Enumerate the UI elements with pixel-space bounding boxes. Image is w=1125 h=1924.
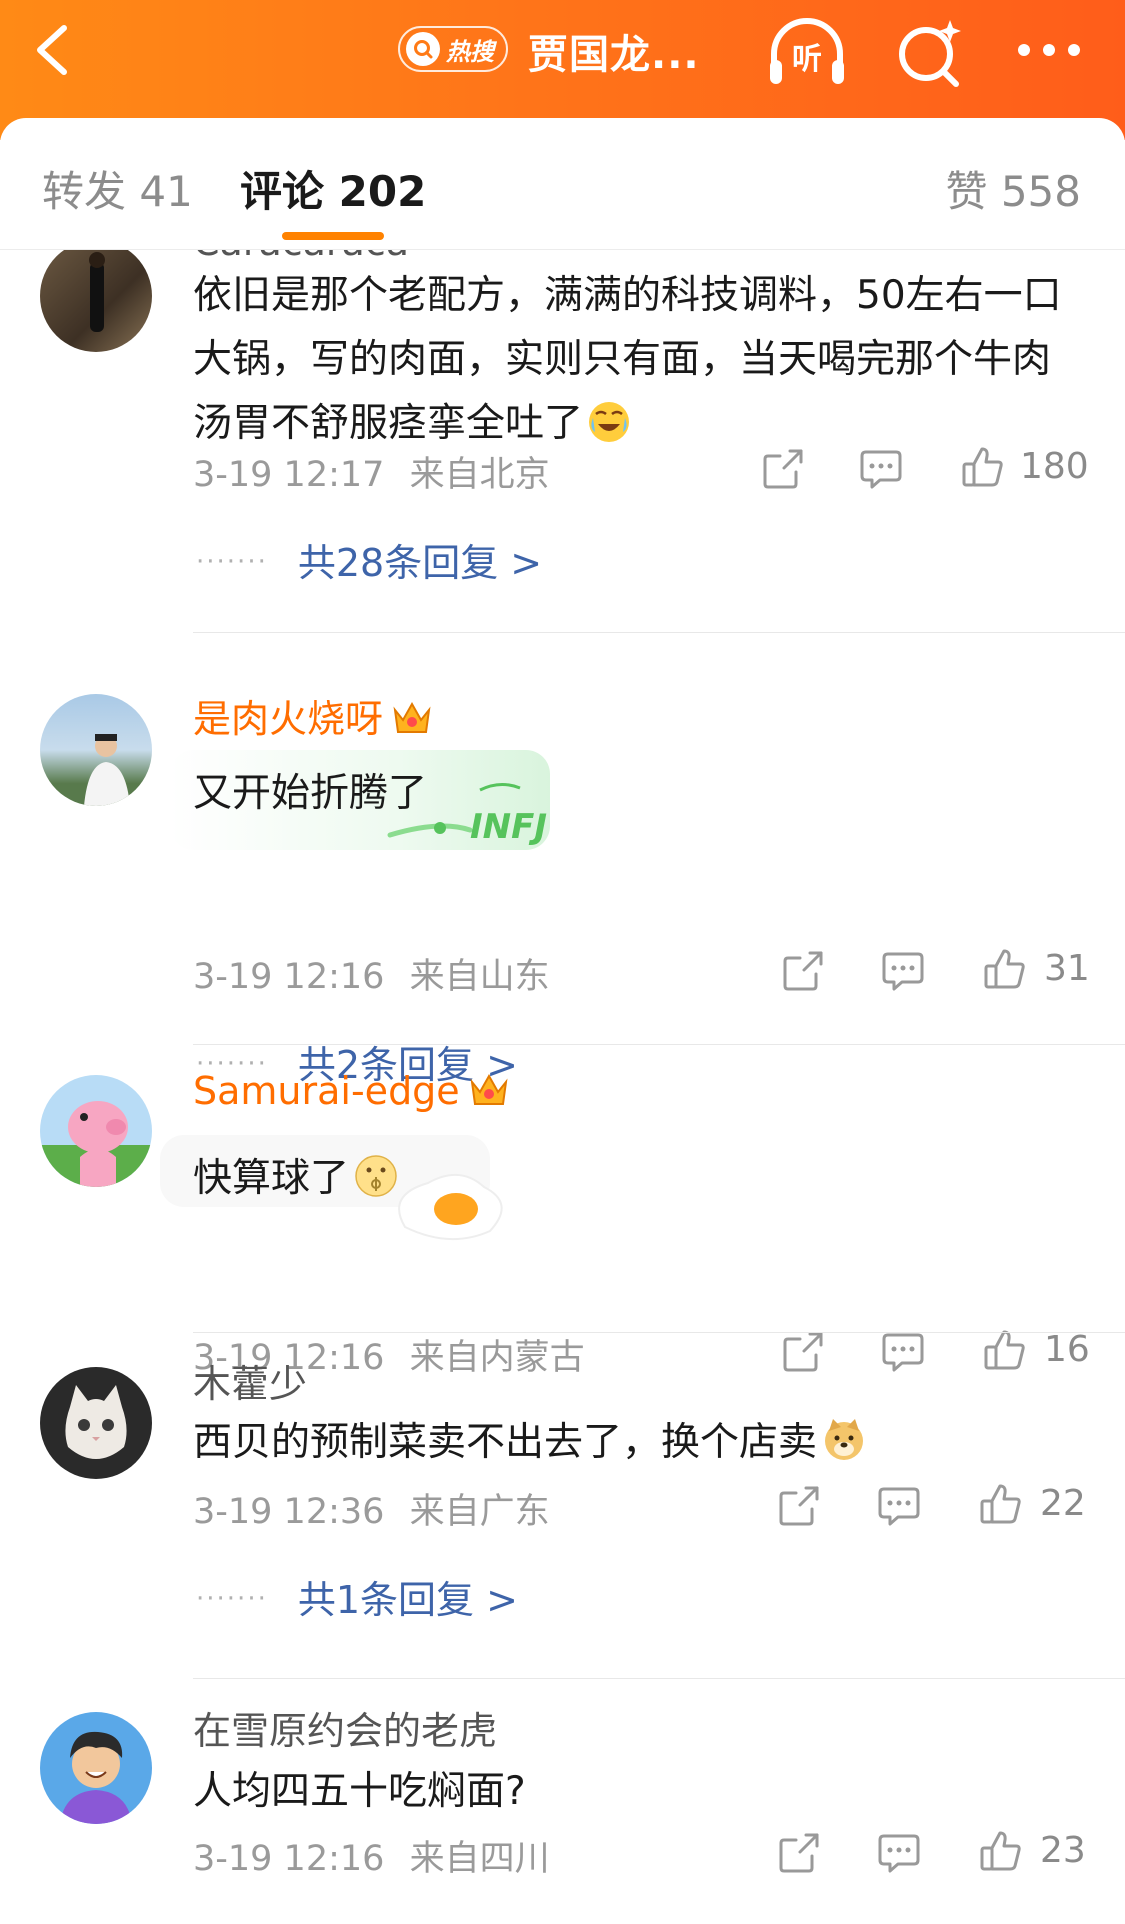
search-icon [406,32,440,66]
username[interactable]: Caracaraca [193,250,409,264]
comment-icon[interactable] [880,948,926,994]
reply-dots: ······· [196,547,268,577]
comment-icon[interactable] [876,1830,922,1876]
listen-button[interactable]: 听 [766,14,848,90]
share-icon[interactable] [776,1830,822,1876]
active-tab-indicator [282,232,384,240]
comment-icon[interactable] [876,1483,922,1529]
crown-icon [470,1073,508,1105]
avatar[interactable] [40,250,152,352]
comment-text-content: 西贝的预制菜卖不出去了，换个店卖 [193,1420,818,1465]
like-count: 22 [1040,1483,1086,1524]
zipper-face-emoji-icon [355,1155,397,1197]
comment-location: 来自四川 [409,1839,550,1879]
like-thumb-icon[interactable] [982,946,1028,992]
comment-location: 来自山东 [409,957,550,997]
username[interactable]: Samurai-edge [193,1069,510,1113]
page: 热搜 贾国龙... 听 转发 41 评论 202 赞 558 依旧是那个老配方，… [0,0,1125,1924]
like-thumb-icon[interactable] [960,444,1006,490]
username-text: 是肉火烧呀 [193,697,384,741]
reply-dots: ······· [196,1584,268,1614]
username[interactable]: 木藿少 [193,1353,307,1408]
comment-text: 西贝的预制菜卖不出去了，换个店卖 [193,1411,1083,1475]
like-count: 180 [1020,446,1089,487]
back-arrow-icon[interactable] [30,20,74,80]
comment-item: Samurai-edge 快算球了 3-19 12:16 来自内蒙古 16 [0,1045,1125,1378]
comment-meta: 3-19 12:16 来自四川 [193,1830,550,1881]
comment-location: 来自北京 [409,455,550,495]
comment-item: 是肉火烧呀 INFJ 又开始折腾了 3-19 12:16 来自山东 31 ···… [0,660,1125,1087]
share-icon[interactable] [780,948,826,994]
comment-time: 3-19 12:16 [193,1839,385,1879]
comment-text-content: 快算球了 [193,1156,350,1201]
avatar[interactable] [40,1075,152,1187]
comment-meta: 3-19 12:16 来自山东 [193,948,550,999]
comment-text: 人均四五十吃焖面? [193,1769,526,1814]
comment-location: 来自广东 [409,1492,550,1532]
search-sparkle-icon[interactable] [890,14,972,90]
like-thumb-icon[interactable] [978,1481,1024,1527]
share-icon[interactable] [776,1483,822,1529]
doge-emoji-icon [825,1419,864,1460]
like-count: 23 [1040,1830,1086,1871]
comment-item: 木藿少 西贝的预制菜卖不出去了，换个店卖 3-19 12:36 来自广东 22 … [0,1333,1125,1673]
comment-icon[interactable] [858,446,904,492]
like-count: 31 [1044,948,1090,989]
like-thumb-icon[interactable] [978,1828,1024,1874]
hot-search-badge[interactable]: 热搜 [398,26,508,72]
avatar[interactable] [40,1367,152,1479]
avatar[interactable] [40,1712,152,1824]
view-replies-link[interactable]: ······· 共1条回复 > [196,1569,518,1624]
topic-title[interactable]: 贾国龙... [528,22,700,80]
comment-time: 3-19 12:36 [193,1492,385,1532]
view-replies-link[interactable]: ······· 共28条回复 > [196,532,542,587]
comment-text: 依旧是那个老配方，满满的科技调料，50左右一口大锅，写的肉面，实则只有面，当天喝… [193,264,1083,456]
comment-item: 在雪原约会的老虎 人均四五十吃焖面? 3-19 12:16 来自四川 23 [0,1680,1125,1924]
comment-time: 3-19 12:17 [193,455,385,495]
comment-text: 快算球了 [193,1147,1083,1211]
crown-icon [393,701,431,733]
comment-time: 3-19 12:16 [193,957,385,997]
divider [193,632,1125,633]
divider [193,1678,1125,1679]
tab-comments[interactable]: 评论 202 [240,158,426,219]
tab-reposts[interactable]: 转发 41 [42,158,193,219]
tab-likes[interactable]: 赞 558 [945,158,1081,219]
replies-label: 共28条回复 > [297,541,543,585]
comment-list: Caracaraca 依旧是那个老配方，满满的科技调料，50左右一口大锅，写的肉… [0,250,1125,1924]
replies-label: 共1条回复 > [297,1578,518,1622]
username-text: Samurai-edge [193,1069,460,1113]
laugh-cry-emoji-icon [589,402,630,442]
share-icon[interactable] [760,446,806,492]
tab-bar: 转发 41 评论 202 赞 558 [0,118,1125,250]
username[interactable]: 是肉火烧呀 [193,688,433,743]
comment-meta: 3-19 12:36 来自广东 [193,1483,550,1534]
comment-text: 又开始折腾了 [193,771,428,816]
more-dots-icon[interactable] [1008,14,1090,90]
username[interactable]: 在雪原约会的老虎 [193,1700,497,1755]
hot-badge-label: 热搜 [446,37,494,66]
comment-meta: 3-19 12:17 来自北京 [193,446,550,497]
avatar[interactable] [40,694,152,806]
listen-label: 听 [792,42,822,77]
